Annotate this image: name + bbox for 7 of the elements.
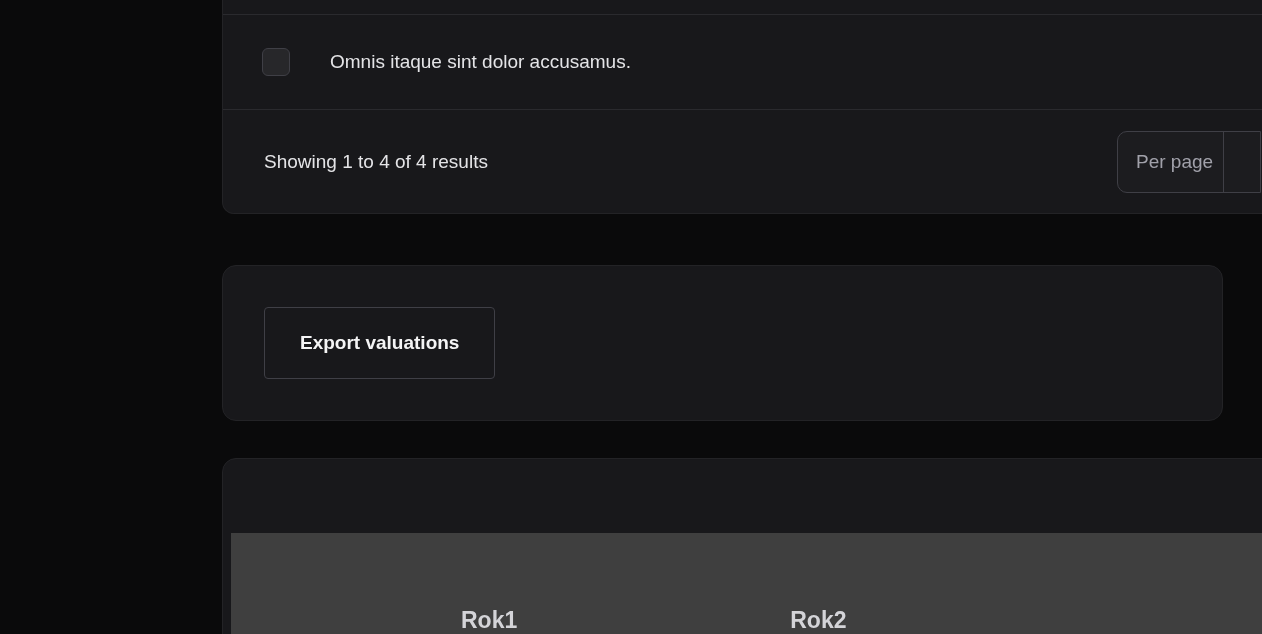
- checkbox[interactable]: [262, 48, 290, 76]
- per-page-select[interactable]: Per page: [1117, 130, 1261, 193]
- table-cell: Omnis itaque sint dolor accusamus.: [330, 51, 631, 73]
- results-summary: Showing 1 to 4 of 4 results: [264, 150, 489, 173]
- column-header: Rok1: [461, 609, 518, 634]
- column-header: Rok2: [790, 609, 847, 634]
- export-button[interactable]: Export valuations: [264, 307, 496, 379]
